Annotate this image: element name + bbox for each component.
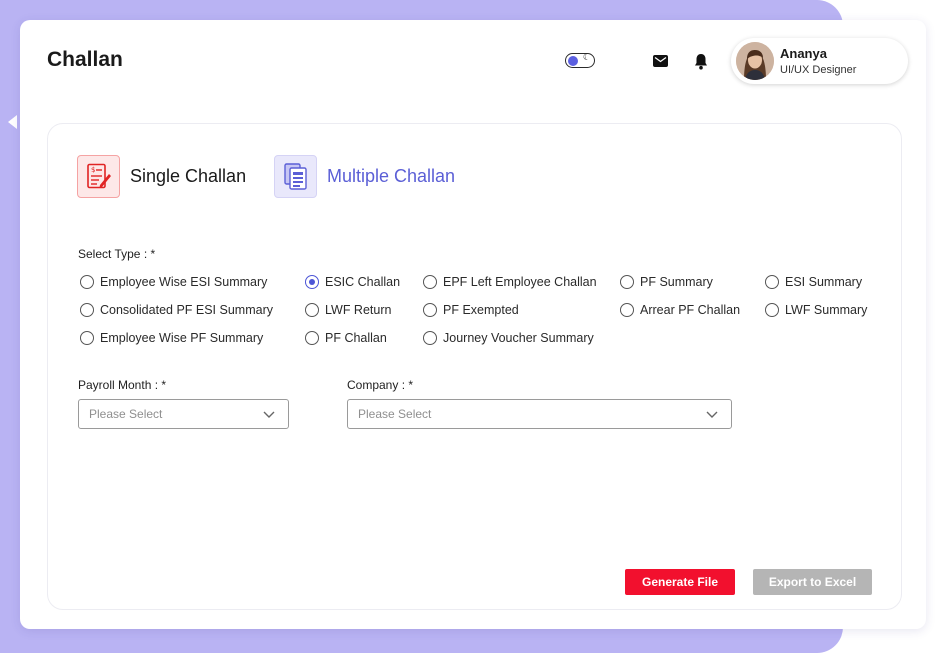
tab-multiple-challan[interactable]: Multiple Challan: [274, 155, 455, 198]
tab-single-challan-label: Single Challan: [130, 166, 247, 186]
radio-lwf-summary[interactable]: LWF Summary: [765, 303, 867, 317]
radio-label: Consolidated PF ESI Summary: [100, 303, 273, 317]
window-notch: [8, 115, 17, 129]
radio-journey-voucher-summary[interactable]: Journey Voucher Summary: [423, 331, 594, 345]
payroll-month-select[interactable]: Please Select: [78, 399, 289, 429]
radio-esi-summary[interactable]: ESI Summary: [765, 275, 862, 289]
payroll-month-label: Payroll Month : *: [78, 378, 167, 392]
payroll-month-placeholder: Please Select: [89, 407, 163, 421]
radio-circle: [305, 303, 319, 317]
company-placeholder: Please Select: [358, 407, 432, 421]
radio-circle-selected: [305, 275, 319, 289]
mail-icon[interactable]: [650, 51, 670, 71]
app-window: Challan ☾ Ananya UI/UX Designer $ Single…: [20, 20, 926, 629]
company-select[interactable]: Please Select: [347, 399, 732, 429]
radio-arrear-pf-challan[interactable]: Arrear PF Challan: [620, 303, 740, 317]
chevron-down-icon: [706, 408, 718, 422]
theme-toggle[interactable]: ☾: [565, 53, 595, 68]
radio-circle: [620, 275, 634, 289]
page-title: Challan: [47, 48, 123, 71]
radio-circle: [305, 331, 319, 345]
radio-pf-challan[interactable]: PF Challan: [305, 331, 387, 345]
radio-employee-wise-pf-summary[interactable]: Employee Wise PF Summary: [80, 331, 263, 345]
user-name: Ananya: [780, 46, 827, 61]
radio-circle: [620, 303, 634, 317]
single-challan-icon: $: [77, 155, 120, 198]
challan-card: $ Single Challan Multiple Challan Select…: [47, 123, 902, 610]
user-profile[interactable]: Ananya UI/UX Designer: [731, 38, 908, 84]
radio-circle: [423, 331, 437, 345]
radio-label: Employee Wise PF Summary: [100, 331, 264, 345]
radio-circle: [423, 303, 437, 317]
tab-single-challan[interactable]: $ Single Challan: [77, 155, 246, 198]
radio-circle: [423, 275, 437, 289]
radio-epf-left-employee-challan[interactable]: EPF Left Employee Challan: [423, 275, 597, 289]
bell-icon[interactable]: [691, 51, 711, 71]
avatar: [736, 42, 774, 80]
radio-label: ESI Summary: [785, 275, 863, 289]
tab-multiple-challan-label: Multiple Challan: [327, 166, 456, 186]
company-label: Company : *: [347, 378, 414, 392]
radio-label: LWF Return: [325, 303, 392, 317]
radio-esic-challan[interactable]: ESIC Challan: [305, 275, 400, 289]
radio-circle: [80, 275, 94, 289]
select-type-label: Select Type : *: [78, 247, 156, 261]
radio-label: PF Challan: [325, 331, 387, 345]
radio-label: Journey Voucher Summary: [443, 331, 594, 345]
radio-circle: [80, 303, 94, 317]
radio-pf-exempted[interactable]: PF Exempted: [423, 303, 519, 317]
radio-label: ESIC Challan: [325, 275, 401, 289]
radio-circle: [80, 331, 94, 345]
radio-label: LWF Summary: [785, 303, 868, 317]
user-role: UI/UX Designer: [780, 64, 857, 76]
theme-toggle-knob: [568, 55, 578, 66]
radio-employee-wise-esi-summary[interactable]: Employee Wise ESI Summary: [80, 275, 267, 289]
radio-pf-summary[interactable]: PF Summary: [620, 275, 713, 289]
radio-circle: [765, 303, 779, 317]
radio-label: EPF Left Employee Challan: [443, 275, 597, 289]
radio-consolidated-pf-esi-summary[interactable]: Consolidated PF ESI Summary: [80, 303, 273, 317]
export-to-excel-button[interactable]: Export to Excel: [753, 569, 872, 595]
radio-circle: [765, 275, 779, 289]
generate-file-button[interactable]: Generate File: [625, 569, 735, 595]
moon-icon: ☾: [582, 53, 591, 63]
radio-label: Arrear PF Challan: [640, 303, 741, 317]
chevron-down-icon: [263, 408, 275, 422]
svg-text:$: $: [91, 166, 95, 174]
radio-lwf-return[interactable]: LWF Return: [305, 303, 391, 317]
radio-label: PF Exempted: [443, 303, 519, 317]
radio-label: PF Summary: [640, 275, 713, 289]
radio-label: Employee Wise ESI Summary: [100, 275, 268, 289]
multiple-challan-icon: [274, 155, 317, 198]
